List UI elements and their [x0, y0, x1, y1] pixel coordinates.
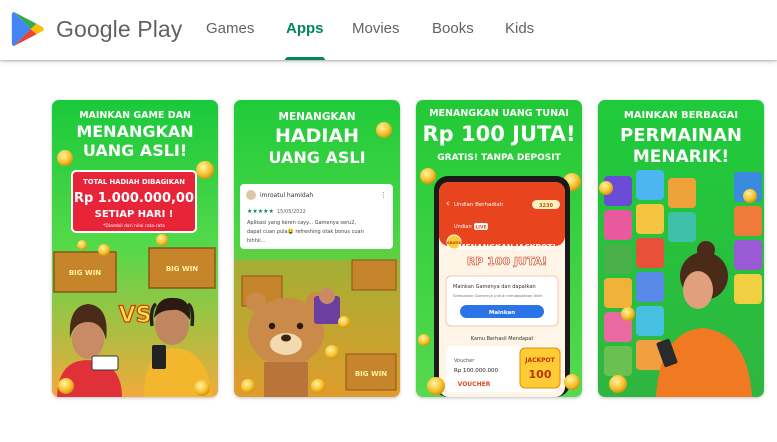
live-badge: LIVE [475, 225, 486, 231]
jackpot-ticket-value: 100 [529, 368, 552, 381]
app-screenshot-3[interactable]: MENANGKAN UANG TUNAI Rp 100 JUTA! GRATIS… [416, 100, 582, 397]
jackpot-ticket-label: JACKPOT [524, 357, 555, 364]
nav-tab-label: Games [206, 20, 255, 37]
nav-tab-label: Apps [286, 20, 324, 37]
game-controller [91, 355, 119, 371]
nav-tab-games[interactable]: Games [206, 0, 254, 60]
screenshot-2-artwork: MENANGKAN HADIAH UANG ASLI imroatul hami… [234, 100, 400, 397]
banner-note: *Diambil dari nilai rata-rata [103, 223, 165, 229]
jackpot-line: MENANGKAN JACKPOT! [458, 243, 556, 252]
banner-subtitle: SETIAP HARI ! [95, 209, 174, 220]
headline-line: UANG ASLI [268, 148, 365, 167]
banner-amount: Rp 1.000.000,00 [74, 191, 194, 206]
headline-line: MENANGKAN [76, 122, 193, 141]
chest-label: BIG WIN [355, 370, 387, 378]
headline-line: UANG ASLI! [83, 141, 187, 160]
woman-face [72, 321, 104, 359]
headline-line: MAINKAN GAME DAN [79, 110, 191, 121]
winners-title: Kamu Berhasil Mendapat [471, 336, 534, 342]
phone-screen-title: Undian Berhadiah [454, 202, 504, 208]
app-screenshot-4[interactable]: MAINKAN BERBAGAI PERMAINAN MENARIK! [598, 100, 764, 397]
review-text-line: Aplikasi yang keren cayy... Gamenya seru… [247, 220, 356, 226]
voucher-value: Rp 100.000.000 [454, 368, 499, 374]
chest-label: BIG WIN [69, 269, 101, 277]
top-app-bar: Google Play Games Apps Movies Books Kids [0, 0, 777, 60]
review-stars: ★★★★★ [247, 208, 274, 215]
review-text-line: hihhii... [247, 238, 266, 244]
headline-line: MENANGKAN [279, 111, 356, 123]
voucher-stamp: VOUCHER [458, 381, 491, 388]
headline-line: Rp 100 JUTA! [422, 122, 575, 146]
nav-tab-kids[interactable]: Kids [505, 0, 534, 60]
nav-tab-books[interactable]: Books [432, 0, 474, 60]
headline-line: MENARIK! [633, 147, 729, 167]
voucher-label: Voucher [454, 358, 475, 364]
chest-label: BIG WIN [166, 265, 198, 273]
task-title: Mainkan Gamenya dan dapatkan [453, 284, 536, 290]
nav-tab-apps[interactable]: Apps [285, 0, 325, 60]
screenshot-1-artwork: MAINKAN GAME DAN MENANGKAN UANG ASLI! TO… [52, 100, 218, 397]
headline-line: HADIAH [275, 125, 359, 147]
more-options-icon: ⋮ [380, 191, 387, 199]
screenshot-4-artwork: MAINKAN BERBAGAI PERMAINAN MENARIK! [598, 100, 764, 397]
coin-balance-value: 3230 [539, 203, 553, 209]
google-play-logo-icon [11, 11, 44, 47]
phone-tab: Undian [454, 224, 472, 230]
app-screenshot-1[interactable]: MAINKAN GAME DAN MENANGKAN UANG ASLI! TO… [52, 100, 218, 397]
headline-line: PERMAINAN [620, 125, 742, 146]
review-date: 15/05/2022 [277, 209, 306, 215]
play-button-label: Mainkan [489, 310, 515, 316]
google-play-logo-link[interactable]: Google Play [10, 10, 182, 48]
app-screenshot-2[interactable]: MENANGKAN HADIAH UANG ASLI imroatul hami… [234, 100, 400, 397]
headline-line: MAINKAN BERBAGAI [624, 110, 738, 121]
phone [152, 345, 166, 369]
jackpot-line: RP 100 JUTA! [467, 255, 547, 268]
nav-tab-movies[interactable]: Movies [352, 0, 400, 60]
nav-tab-label: Movies [352, 20, 400, 37]
versus-badge: VS [119, 303, 152, 328]
avatar [246, 190, 256, 200]
headline-line: GRATIS! TANPA DEPOSIT [437, 153, 561, 163]
brand-name: Google Play [56, 15, 183, 42]
review-user: imroatul hamidah [260, 192, 313, 199]
task-subtitle: Selesaikan Gamenya untuk mendapatkan tik… [453, 293, 543, 298]
screenshot-3-artwork: MENANGKAN UANG TUNAI Rp 100 JUTA! GRATIS… [416, 100, 582, 397]
back-icon: ‹ [446, 199, 450, 209]
nav-tab-label: Kids [505, 20, 535, 37]
banner-title: TOTAL HADIAH DIBAGIKAN [83, 178, 185, 186]
woman-face [683, 271, 713, 309]
treasure-chest [351, 259, 397, 291]
active-tab-indicator [285, 57, 325, 60]
nav-tab-label: Books [432, 20, 474, 37]
review-text-line: dapat cuan pula🤑 refreshing otak bonus c… [247, 228, 364, 235]
headline-line: MENANGKAN UANG TUNAI [429, 108, 569, 119]
